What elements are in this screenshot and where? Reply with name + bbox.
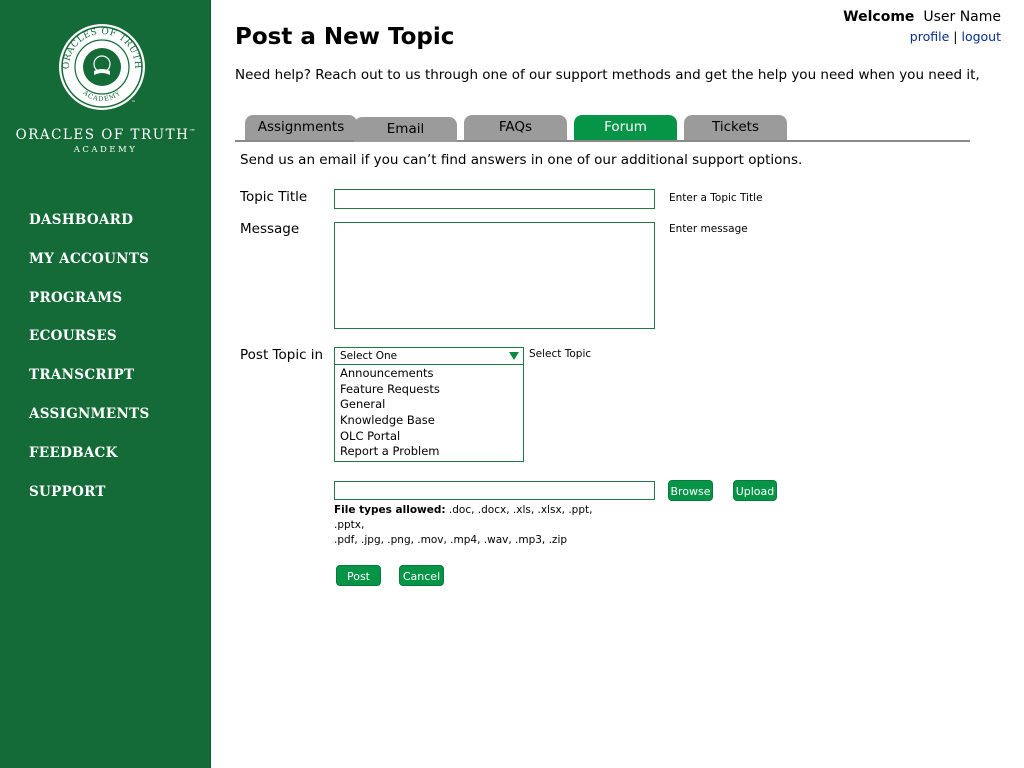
option-knowledge-base[interactable]: Knowledge Base xyxy=(335,413,523,429)
topic-category-options: Announcements Feature Requests General K… xyxy=(334,365,524,462)
sidebar-item-assignments[interactable]: ASSIGNMENTS xyxy=(29,403,150,442)
file-path-input[interactable] xyxy=(334,481,655,500)
tab-forum[interactable]: Forum xyxy=(574,115,677,140)
brand-name: ORACLES OF TRUTH xyxy=(15,127,190,143)
file-types-label: File types allowed: xyxy=(334,504,446,516)
topic-title-label: Topic Title xyxy=(240,189,308,205)
link-separator: | xyxy=(953,29,958,44)
option-olc-portal[interactable]: OLC Portal xyxy=(335,429,523,445)
help-text: Need help? Reach out to us through one o… xyxy=(235,67,980,83)
browse-button[interactable]: Browse xyxy=(668,480,713,501)
sidebar-item-programs[interactable]: PROGRAMS xyxy=(29,287,150,326)
sidebar-item-ecourses[interactable]: ECOURSES xyxy=(29,325,150,364)
sidebar-item-transcript[interactable]: TRANSCRIPT xyxy=(29,364,150,403)
tab-assignments[interactable]: Assignments xyxy=(245,115,357,140)
sidebar: ORACLES OF TRUTH ACADEMY ™ ORACLES OF TR… xyxy=(0,0,211,768)
option-feature-requests[interactable]: Feature Requests xyxy=(335,382,523,398)
welcome-message: Welcome User Name xyxy=(843,9,1001,25)
cancel-button[interactable]: Cancel xyxy=(399,565,444,586)
profile-link[interactable]: profile xyxy=(910,29,949,44)
post-button[interactable]: Post xyxy=(336,565,381,586)
brand-wordmark: ORACLES OF TRUTH™ ACADEMY xyxy=(0,127,211,155)
brand-sub: ACADEMY xyxy=(73,145,138,155)
form-intro: Send us an email if you can’t find answe… xyxy=(240,152,803,168)
select-value: Select One xyxy=(340,350,398,362)
user-links: profile | logout xyxy=(910,29,1001,44)
sidebar-item-feedback[interactable]: FEEDBACK xyxy=(29,442,150,481)
logout-link[interactable]: logout xyxy=(961,29,1001,44)
support-tabs: Assignments Email FAQs Forum Tickets xyxy=(235,115,970,142)
select-topic-hint: Select Topic xyxy=(529,348,592,360)
file-types-line2: .pdf, .jpg, .png, .mov, .mp4, .wav, .mp3… xyxy=(334,534,568,546)
sidebar-item-support[interactable]: SUPPORT xyxy=(29,481,150,520)
topic-title-hint: Enter a Topic Title xyxy=(669,192,763,204)
seal-tm: ™ xyxy=(131,100,136,106)
upload-button[interactable]: Upload xyxy=(733,480,777,501)
page-title: Post a New Topic xyxy=(235,24,455,50)
tab-tickets[interactable]: Tickets xyxy=(684,115,787,140)
welcome-label: Welcome xyxy=(843,9,915,25)
brand-tm: ™ xyxy=(189,128,196,136)
tab-faqs[interactable]: FAQs xyxy=(464,115,567,140)
tab-email[interactable]: Email xyxy=(354,117,457,142)
sidebar-item-dashboard[interactable]: DASHBOARD xyxy=(29,209,150,248)
topic-category-select[interactable]: Select One xyxy=(334,347,524,365)
message-hint: Enter message xyxy=(669,223,748,235)
option-report-a-problem[interactable]: Report a Problem xyxy=(335,444,523,460)
topic-title-input[interactable] xyxy=(334,189,655,209)
sidebar-nav: DASHBOARD MY ACCOUNTS PROGRAMS ECOURSES … xyxy=(29,209,150,519)
academy-seal-logo: ORACLES OF TRUTH ACADEMY xyxy=(59,24,145,110)
option-general[interactable]: General xyxy=(335,397,523,413)
message-label: Message xyxy=(240,221,300,237)
message-textarea[interactable] xyxy=(334,222,655,329)
option-announcements[interactable]: Announcements xyxy=(335,366,523,382)
sidebar-item-my-accounts[interactable]: MY ACCOUNTS xyxy=(29,248,150,287)
post-topic-label: Post Topic in xyxy=(240,347,324,363)
chevron-down-icon[interactable] xyxy=(509,352,519,360)
file-types-note: File types allowed: .doc, .docx, .xls, .… xyxy=(334,503,614,548)
user-name: User Name xyxy=(923,9,1001,25)
